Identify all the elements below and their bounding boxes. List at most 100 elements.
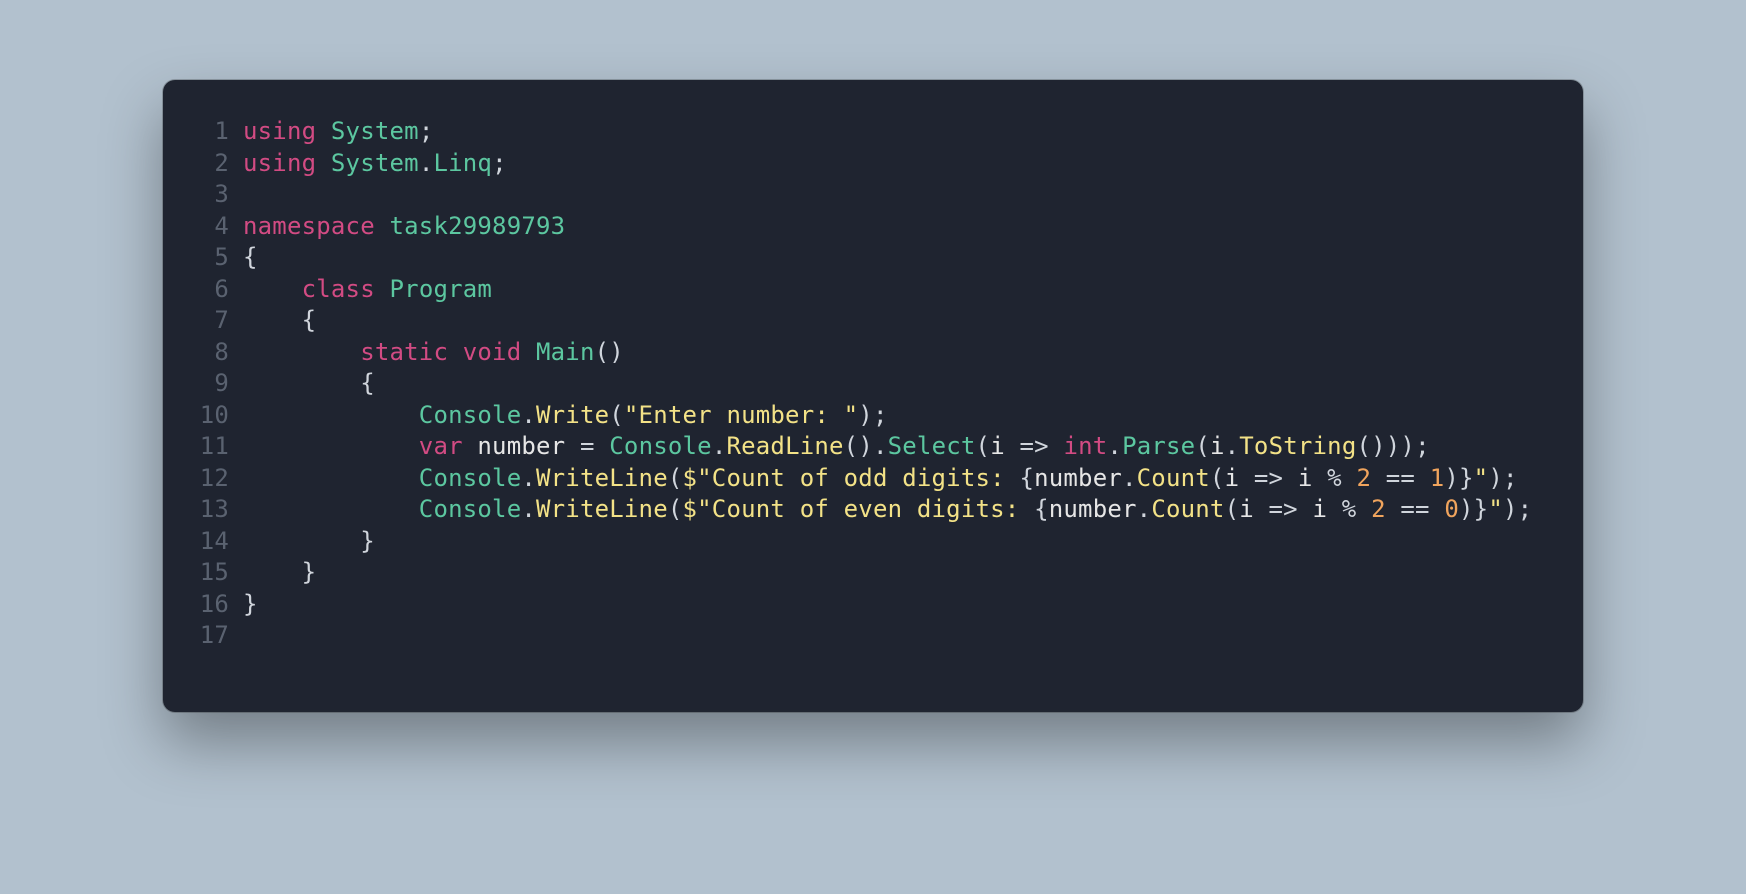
token-pun: } xyxy=(243,558,316,586)
token-op: % xyxy=(1312,464,1356,492)
line-content: { xyxy=(243,242,1553,274)
code-line: 6 class Program xyxy=(183,274,1553,306)
code-line: 3 xyxy=(183,179,1553,211)
token-op: => xyxy=(1239,464,1298,492)
token-pun: () xyxy=(595,338,624,366)
line-number: 3 xyxy=(183,179,243,211)
token-pun: ( xyxy=(1195,432,1210,460)
token-pun: ) xyxy=(1459,495,1474,523)
token-pun: { xyxy=(243,243,258,271)
code-line: 10 Console.Write("Enter number: "); xyxy=(183,400,1553,432)
token-kw: class xyxy=(302,275,390,303)
token-pun: ( xyxy=(976,432,991,460)
line-content: } xyxy=(243,589,1553,621)
code-line: 17 xyxy=(183,620,1553,652)
line-content: class Program xyxy=(243,274,1553,306)
token-op: => xyxy=(1254,495,1313,523)
token-pun: . xyxy=(1225,432,1240,460)
token-type: Console xyxy=(419,401,522,429)
token-op: % xyxy=(1327,495,1371,523)
line-number: 2 xyxy=(183,148,243,180)
line-content: static void Main() xyxy=(243,337,1553,369)
code-line: 14 } xyxy=(183,526,1553,558)
token-call: Count xyxy=(1151,495,1224,523)
token-prm: i xyxy=(1210,432,1225,460)
line-number: 7 xyxy=(183,305,243,337)
token-pun xyxy=(243,275,302,303)
token-type: task29989793 xyxy=(390,212,566,240)
token-call: ToString xyxy=(1239,432,1356,460)
token-op: == xyxy=(1386,495,1445,523)
token-kw: static xyxy=(360,338,463,366)
token-pun: . xyxy=(521,495,536,523)
token-type: System xyxy=(331,117,419,145)
code-line: 15 } xyxy=(183,557,1553,589)
token-pun: . xyxy=(521,464,536,492)
code-line: 12 Console.WriteLine($"Count of odd digi… xyxy=(183,463,1553,495)
token-type: Linq xyxy=(433,149,492,177)
code-editor-panel: 1using System;2using System.Linq;34names… xyxy=(163,80,1583,712)
line-content xyxy=(243,179,1553,211)
line-number: 6 xyxy=(183,274,243,306)
token-op: == xyxy=(1371,464,1430,492)
token-pun: ( xyxy=(668,464,683,492)
token-type: Parse xyxy=(1122,432,1195,460)
token-pun: . xyxy=(1137,495,1152,523)
token-pun: { xyxy=(1034,495,1049,523)
token-prm: i xyxy=(1312,495,1327,523)
token-type: Console xyxy=(419,464,522,492)
code-line: 8 static void Main() xyxy=(183,337,1553,369)
token-pun: ( xyxy=(1225,495,1240,523)
token-pun: } xyxy=(1459,464,1474,492)
token-pun: (). xyxy=(844,432,888,460)
token-pun xyxy=(243,495,419,523)
token-pun: { xyxy=(243,369,375,397)
code-line: 9 { xyxy=(183,368,1553,400)
token-str: "Enter number: " xyxy=(624,401,858,429)
code-block: 1using System;2using System.Linq;34names… xyxy=(183,116,1553,652)
token-pun xyxy=(243,464,419,492)
line-number: 4 xyxy=(183,211,243,243)
token-pun: . xyxy=(521,401,536,429)
line-number: 12 xyxy=(183,463,243,495)
token-kw: namespace xyxy=(243,212,390,240)
token-op: = xyxy=(565,432,609,460)
line-content: Console.WriteLine($"Count of odd digits:… xyxy=(243,463,1553,495)
token-num: 0 xyxy=(1444,495,1459,523)
line-content: namespace task29989793 xyxy=(243,211,1553,243)
token-prm: i xyxy=(1225,464,1240,492)
token-pun: . xyxy=(712,432,727,460)
token-kw: int xyxy=(1063,432,1107,460)
token-kw: var xyxy=(419,432,478,460)
line-number: 11 xyxy=(183,431,243,463)
code-line: 5{ xyxy=(183,242,1553,274)
token-type: Select xyxy=(888,432,976,460)
token-pun xyxy=(243,338,360,366)
token-pun: { xyxy=(1019,464,1034,492)
token-num: 2 xyxy=(1356,464,1371,492)
token-pun: . xyxy=(419,149,434,177)
token-op: => xyxy=(1005,432,1064,460)
line-content: using System; xyxy=(243,116,1553,148)
token-kw: using xyxy=(243,149,331,177)
token-pun: ); xyxy=(1503,495,1532,523)
token-pun: ())); xyxy=(1356,432,1429,460)
token-pun: ( xyxy=(668,495,683,523)
token-idv: number xyxy=(477,432,565,460)
token-kw: using xyxy=(243,117,331,145)
line-number: 5 xyxy=(183,242,243,274)
token-pun: ) xyxy=(1444,464,1459,492)
token-str: " xyxy=(1474,464,1489,492)
line-number: 13 xyxy=(183,494,243,526)
line-content: var number = Console.ReadLine().Select(i… xyxy=(243,431,1553,463)
token-pun: . xyxy=(1107,432,1122,460)
token-pun: . xyxy=(1122,464,1137,492)
token-call: ReadLine xyxy=(726,432,843,460)
token-pun xyxy=(243,432,419,460)
token-prm: i xyxy=(990,432,1005,460)
line-content: { xyxy=(243,368,1553,400)
token-call: WriteLine xyxy=(536,464,668,492)
token-call: WriteLine xyxy=(536,495,668,523)
token-kw: void xyxy=(463,338,536,366)
code-line: 2using System.Linq; xyxy=(183,148,1553,180)
